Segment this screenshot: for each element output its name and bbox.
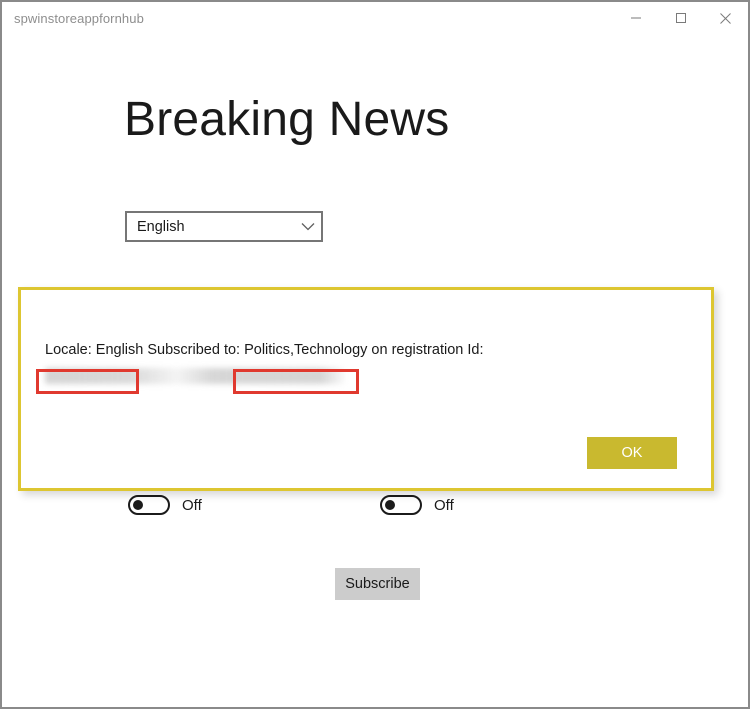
window-title: spwinstoreappfornhub <box>14 10 144 26</box>
locale-dropdown-value: English <box>137 218 185 235</box>
app-content: Breaking News English Off Off Subscribe … <box>2 34 748 707</box>
maximize-icon <box>675 13 686 23</box>
toggle-switch-2[interactable]: Off <box>380 495 454 515</box>
window-controls <box>613 2 748 34</box>
toggle-switch-2-knob <box>385 500 395 510</box>
chevron-down-icon <box>295 222 321 231</box>
toggle-switch-1-track[interactable] <box>128 495 170 515</box>
maximize-button[interactable] <box>658 2 703 34</box>
toggle-switch-1-label: Off <box>182 496 202 514</box>
subscription-confirmation-dialog: Locale: English Subscribed to: Politics,… <box>18 287 714 491</box>
dialog-ok-button[interactable]: OK <box>587 437 677 469</box>
toggle-switch-2-track[interactable] <box>380 495 422 515</box>
dialog-message: Locale: English Subscribed to: Politics,… <box>45 342 484 358</box>
title-bar: spwinstoreappfornhub <box>2 2 748 34</box>
minimize-button[interactable] <box>613 2 658 34</box>
page-title: Breaking News <box>124 93 450 146</box>
locale-dropdown[interactable]: English <box>125 211 323 242</box>
app-window: spwinstoreappfornhub Breaking News Engli… <box>0 0 750 709</box>
toggle-switch-1-knob <box>133 500 143 510</box>
minimize-icon <box>630 17 641 19</box>
toggle-switch-2-label: Off <box>434 496 454 514</box>
close-icon <box>720 12 731 24</box>
registration-id-redacted <box>45 368 345 384</box>
subscribe-button[interactable]: Subscribe <box>335 568 420 600</box>
toggle-switch-1[interactable]: Off <box>128 495 202 515</box>
close-button[interactable] <box>703 2 748 34</box>
